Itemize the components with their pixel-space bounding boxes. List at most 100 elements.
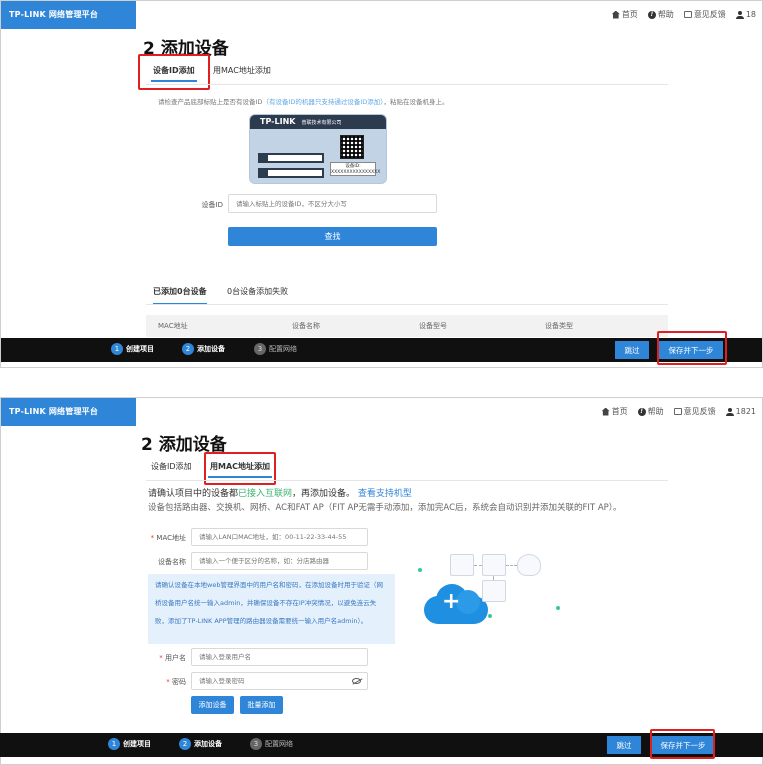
home-icon — [611, 10, 620, 19]
username-label: * 用户名 — [159, 654, 186, 662]
user-menu[interactable]: 18 — [735, 9, 756, 20]
hide-password-icon[interactable] — [352, 678, 361, 684]
device-table-header: MAC地址 设备名称 设备型号 设备类型 — [146, 315, 668, 337]
column-model: 设备型号 — [419, 322, 447, 330]
brand-logo[interactable]: TP-LINK 网络管理平台 — [1, 1, 136, 29]
mac-address-input[interactable] — [191, 528, 368, 546]
step-number: 2 — [179, 738, 191, 750]
step-create-project[interactable]: 1 创建项目 — [111, 343, 154, 355]
tab-divider — [146, 84, 668, 85]
column-type: 设备类型 — [545, 322, 573, 330]
step-number: 2 — [182, 343, 194, 355]
skip-button[interactable]: 跳过 — [615, 341, 649, 359]
feedback-link[interactable]: 意见反馈 — [683, 9, 726, 20]
password-input[interactable] — [191, 672, 368, 690]
device-name-input[interactable] — [191, 552, 368, 570]
feedback-icon — [673, 408, 682, 415]
step-configure-network[interactable]: 3 配置网络 — [250, 738, 293, 750]
skip-button[interactable]: 跳过 — [607, 736, 641, 754]
help-icon: ! — [647, 10, 656, 19]
router-icon — [450, 554, 474, 576]
confirm-text: 请确认项目中的设备都已接入互联网，再添加设备。 查看支持机型 — [148, 488, 668, 500]
label-band: TP-LINK 普联技术有限公司 — [250, 115, 386, 129]
feedback-link[interactable]: 意见反馈 — [673, 406, 716, 417]
confirm-internet: 已接入互联网 — [238, 489, 293, 499]
device-id-label: 设备ID — [201, 201, 223, 209]
home-link[interactable]: 首页 — [601, 406, 628, 417]
tab-failed-devices[interactable]: 0台设备添加失败 — [227, 286, 288, 297]
step-number: 1 — [111, 343, 123, 355]
home-icon — [601, 407, 610, 416]
step-label: 添加设备 — [197, 345, 225, 353]
device-description: 设备包括路由器、交换机、网桥、AC和FAT AP（FIT AP无需手动添加，添加… — [148, 503, 622, 513]
tab-divider — [146, 480, 668, 481]
device-name-label: 设备名称 — [158, 558, 186, 566]
switch-icon — [482, 554, 506, 576]
link-line — [493, 576, 494, 580]
mac-label: * MAC地址 — [150, 534, 186, 542]
subtab-divider — [146, 304, 668, 305]
device-label-illustration: TP-LINK 普联技术有限公司 设备ID: XXXXXXXXXXXXXXXX — [249, 114, 387, 184]
screenshot-device-id: TP-LINK 网络管理平台 首页 ! 帮助 意见反馈 18 2 添加设备 设备I… — [0, 0, 763, 368]
decor-dot — [556, 606, 560, 610]
step-number: 1 — [108, 738, 120, 750]
save-next-button[interactable]: 保存并下一步 — [652, 736, 714, 754]
user-menu[interactable]: 1821 — [725, 406, 756, 417]
label-company: 普联技术有限公司 — [301, 120, 342, 126]
page-title: 2 添加设备 — [143, 39, 229, 59]
help-link[interactable]: ! 帮助 — [637, 406, 664, 417]
step-number: 3 — [254, 343, 266, 355]
add-device-button[interactable]: 添加设备 — [191, 696, 234, 714]
help-link[interactable]: ! 帮助 — [647, 9, 674, 20]
tab-device-id[interactable]: 设备ID添加 — [151, 461, 192, 472]
step-label: 配置网络 — [269, 345, 297, 353]
user-icon — [735, 10, 744, 19]
label-brand: TP-LINK — [260, 117, 296, 126]
confirm-prefix: 请确认项目中的设备都 — [148, 489, 239, 499]
step-add-device[interactable]: 2 添加设备 — [179, 738, 222, 750]
header-links: 首页 ! 帮助 意见反馈 1821 — [601, 406, 756, 417]
username-input[interactable] — [191, 648, 368, 666]
help-icon: ! — [637, 407, 646, 416]
cloud-icon: + — [424, 580, 488, 624]
tab-mac-address[interactable]: 用MAC地址添加 — [213, 65, 271, 76]
batch-add-button[interactable]: 批量添加 — [240, 696, 283, 714]
label-id-box: 设备ID: XXXXXXXXXXXXXXXX — [330, 162, 381, 176]
tab-mac-address[interactable]: 用MAC地址添加 — [207, 461, 273, 478]
device-id-input[interactable] — [228, 194, 437, 213]
step-label: 创建项目 — [123, 740, 151, 748]
supported-models-link[interactable]: 查看支持机型 — [358, 489, 412, 499]
brand-logo[interactable]: TP-LINK 网络管理平台 — [1, 398, 136, 426]
credentials-info-box: 请确认设备在本地web管理界面中的用户名和密码，在添加设备时用于验证（网桥设备用… — [148, 574, 395, 644]
confirm-middle: ，再添加设备。 — [292, 489, 356, 499]
step-add-device[interactable]: 2 添加设备 — [182, 343, 225, 355]
step-label: 添加设备 — [194, 740, 222, 748]
link-line — [474, 565, 482, 566]
wizard-footer: 1 创建项目 2 添加设备 3 配置网络 跳过 保存并下一步 — [0, 733, 763, 757]
tab-added-devices[interactable]: 已添加0台设备 — [153, 286, 207, 305]
step-configure-network[interactable]: 3 配置网络 — [254, 343, 297, 355]
qr-code-icon — [340, 135, 364, 159]
label-field — [258, 168, 324, 178]
page-title: 2 添加设备 — [141, 435, 227, 455]
tab-device-id[interactable]: 设备ID添加 — [151, 65, 197, 82]
hint-suffix: ，粘贴在设备机身上。 — [383, 98, 449, 106]
save-next-button[interactable]: 保存并下一步 — [659, 341, 723, 359]
home-link[interactable]: 首页 — [611, 9, 638, 20]
decor-dot — [488, 614, 492, 618]
feedback-icon — [683, 11, 692, 18]
header-links: 首页 ! 帮助 意见反馈 18 — [611, 9, 756, 20]
device-id-hint: 请检查产品底部标贴上是否有设备ID（有设备ID的机器只支持通过设备ID添加），粘… — [158, 96, 449, 106]
link-line — [506, 565, 517, 566]
access-point-icon — [517, 554, 541, 576]
user-icon — [725, 407, 734, 416]
step-create-project[interactable]: 1 创建项目 — [108, 738, 151, 750]
wizard-footer: 1 创建项目 2 添加设备 3 配置网络 跳过 保存并下一步 — [1, 338, 762, 362]
column-mac: MAC地址 — [158, 322, 188, 330]
search-button[interactable]: 查找 — [228, 227, 437, 246]
column-name: 设备名称 — [292, 322, 320, 330]
label-id-value: XXXXXXXXXXXXXXXX — [331, 170, 381, 175]
hint-text: 请检查产品底部标贴上是否有设备ID — [158, 98, 263, 106]
ac-controller-icon — [482, 580, 506, 602]
step-label: 创建项目 — [126, 345, 154, 353]
